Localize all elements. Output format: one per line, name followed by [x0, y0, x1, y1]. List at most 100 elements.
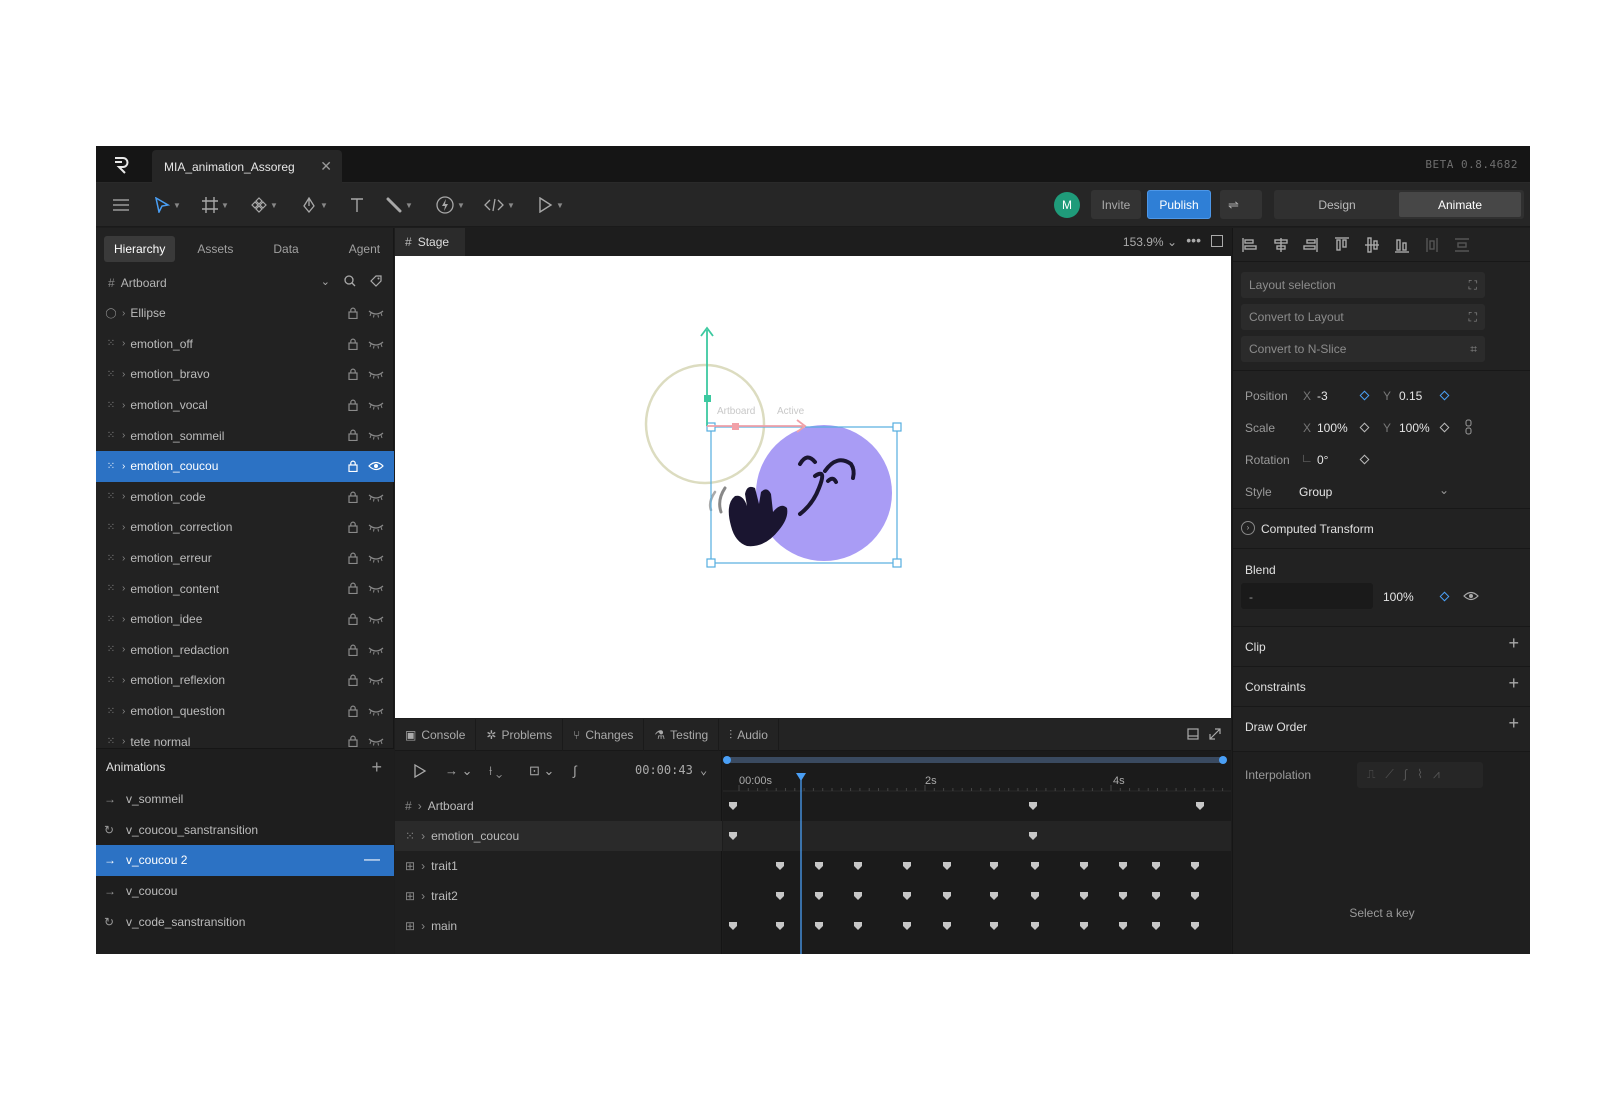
lock-icon[interactable] [348, 460, 358, 472]
y-axis-handle[interactable] [704, 395, 711, 402]
keyframe-position-y-icon[interactable] [1439, 390, 1450, 401]
keyframe-marker[interactable] [815, 922, 823, 930]
hierarchy-row[interactable]: ⁙ › emotion_bravo [96, 359, 394, 390]
chevron-right-icon[interactable]: › [421, 829, 425, 843]
bone-tool[interactable]: ▼ [386, 193, 413, 217]
draw-order-section[interactable]: Draw Order + [1233, 706, 1530, 746]
eye-closed-icon[interactable] [368, 614, 384, 624]
eye-closed-icon[interactable] [368, 583, 384, 593]
keyframe-marker[interactable] [1191, 892, 1199, 900]
timeline-track[interactable]: # › Artboard [395, 791, 722, 821]
lock-icon[interactable] [348, 368, 358, 381]
invite-button[interactable]: Invite [1091, 190, 1141, 219]
play-tool[interactable]: ▼ [537, 193, 564, 217]
timeline-track[interactable]: ⊞ › trait1 [395, 851, 722, 881]
distribute-v-icon[interactable] [1455, 238, 1469, 252]
rotation-input[interactable]: 0° [1317, 453, 1328, 467]
eye-closed-icon[interactable] [368, 736, 384, 746]
swap-icon[interactable]: ⇌ [1220, 190, 1262, 219]
hierarchy-row[interactable]: ⁙ › emotion_question [96, 696, 394, 727]
tab-assets[interactable]: Assets [187, 236, 243, 262]
keyframe-marker[interactable] [1191, 862, 1199, 870]
hierarchy-row[interactable]: ⁙ › emotion_idee [96, 604, 394, 635]
keyframe-marker[interactable] [903, 892, 911, 900]
chevron-right-icon[interactable]: › [122, 491, 125, 502]
lock-icon[interactable] [348, 644, 358, 656]
keyframe-marker[interactable] [776, 892, 784, 900]
chevron-right-icon[interactable]: › [122, 706, 125, 717]
tag-icon[interactable] [370, 275, 382, 287]
eye-icon[interactable] [1463, 591, 1479, 601]
keyframe-marker[interactable] [854, 862, 862, 870]
hierarchy-row[interactable]: ⁙ › emotion_redaction [96, 635, 394, 666]
animation-row[interactable]: → v_coucou [96, 876, 394, 907]
keyframe-marker[interactable] [776, 922, 784, 930]
timeline[interactable]: 00:00s 2s 4s [723, 751, 1231, 954]
tab-console[interactable]: ▣ Console [395, 719, 477, 751]
animation-row[interactable]: ↻ v_code_sanstransition [96, 906, 394, 937]
animation-row[interactable]: → v_sommeil [96, 784, 394, 815]
tab-testing[interactable]: ⚗ Testing [644, 719, 720, 751]
character-head[interactable] [756, 425, 892, 561]
split-view-icon[interactable] [1211, 235, 1223, 247]
lock-icon[interactable] [348, 429, 358, 442]
align-top-icon[interactable] [1335, 237, 1349, 251]
design-mode-button[interactable]: Design [1276, 192, 1398, 217]
keyframe-marker[interactable] [943, 862, 951, 870]
more-options-icon[interactable]: ••• [1186, 232, 1201, 248]
animation-row[interactable]: ↻ v_coucou_sanstransition [96, 815, 394, 846]
style-select[interactable]: Group [1299, 485, 1332, 499]
lock-icon[interactable] [348, 552, 358, 564]
blend-mode-select[interactable]: - [1241, 583, 1373, 609]
chevron-right-icon[interactable]: › [122, 369, 125, 380]
chevron-right-icon[interactable]: › [122, 583, 125, 594]
lock-icon[interactable] [348, 491, 358, 503]
animation-row[interactable]: → v_coucou 2 — [96, 845, 394, 876]
eye-icon[interactable] [368, 461, 384, 471]
keyframe-marker[interactable] [990, 922, 998, 930]
position-y-input[interactable]: 0.15 [1399, 389, 1422, 403]
chevron-right-icon[interactable]: › [421, 919, 425, 933]
keyframe-marker[interactable] [1080, 922, 1088, 930]
keyframe-scale-y-icon[interactable] [1439, 422, 1450, 433]
cubic-icon[interactable]: ∫ [1404, 767, 1407, 783]
computed-transform-section[interactable]: › Computed Transform [1233, 508, 1530, 548]
scale-x-input[interactable]: 100% [1317, 421, 1348, 435]
eye-closed-icon[interactable] [368, 522, 384, 532]
keyframe-opacity-icon[interactable] [1439, 591, 1450, 602]
convert-to-nslice-button[interactable]: Convert to N-Slice ⌗ [1241, 336, 1485, 362]
keyframe-marker[interactable] [776, 862, 784, 870]
add-draw-order-icon[interactable]: + [1508, 713, 1519, 734]
hierarchy-row[interactable]: ⁙ › emotion_content [96, 573, 394, 604]
artboard-tool[interactable]: ▼ [202, 193, 229, 217]
hierarchy-row[interactable]: ⁙ › emotion_sommeil [96, 420, 394, 451]
lock-icon[interactable] [348, 705, 358, 717]
distribute-h-icon[interactable] [1426, 238, 1438, 252]
lock-icon[interactable] [348, 582, 358, 595]
app-logo-icon[interactable] [110, 154, 132, 176]
easing-icon[interactable]: ∫ [573, 763, 577, 778]
add-animation-icon[interactable]: + [371, 757, 382, 778]
eye-closed-icon[interactable] [368, 706, 384, 716]
align-right-icon[interactable] [1303, 238, 1318, 252]
align-left-icon[interactable] [1242, 238, 1257, 252]
eye-closed-icon[interactable] [368, 553, 384, 563]
chevron-right-icon[interactable]: › [421, 859, 425, 873]
keyframe-marker[interactable] [854, 892, 862, 900]
lock-icon[interactable] [348, 613, 358, 625]
chevron-right-icon[interactable]: › [122, 338, 125, 349]
lock-icon[interactable] [348, 735, 358, 748]
keyframe-marker[interactable] [729, 922, 737, 930]
tab-changes[interactable]: ⑂ Changes [563, 719, 645, 751]
add-constraint-icon[interactable]: + [1508, 673, 1519, 694]
align-bottom-icon[interactable] [1395, 239, 1409, 253]
layout-selection-button[interactable]: Layout selection ⛶ [1241, 272, 1485, 298]
hierarchy-row[interactable]: ⁙ › emotion_coucou [96, 450, 394, 482]
custom-icon[interactable]: ⩘ [1433, 767, 1440, 783]
position-x-input[interactable]: -3 [1317, 389, 1328, 403]
chevron-down-icon[interactable]: ⌄ [1439, 483, 1449, 497]
text-tool[interactable] [349, 193, 365, 217]
select-tool[interactable]: ▼ [154, 193, 181, 217]
keyframe-marker[interactable] [1031, 892, 1039, 900]
chevron-right-icon[interactable]: › [122, 644, 125, 655]
